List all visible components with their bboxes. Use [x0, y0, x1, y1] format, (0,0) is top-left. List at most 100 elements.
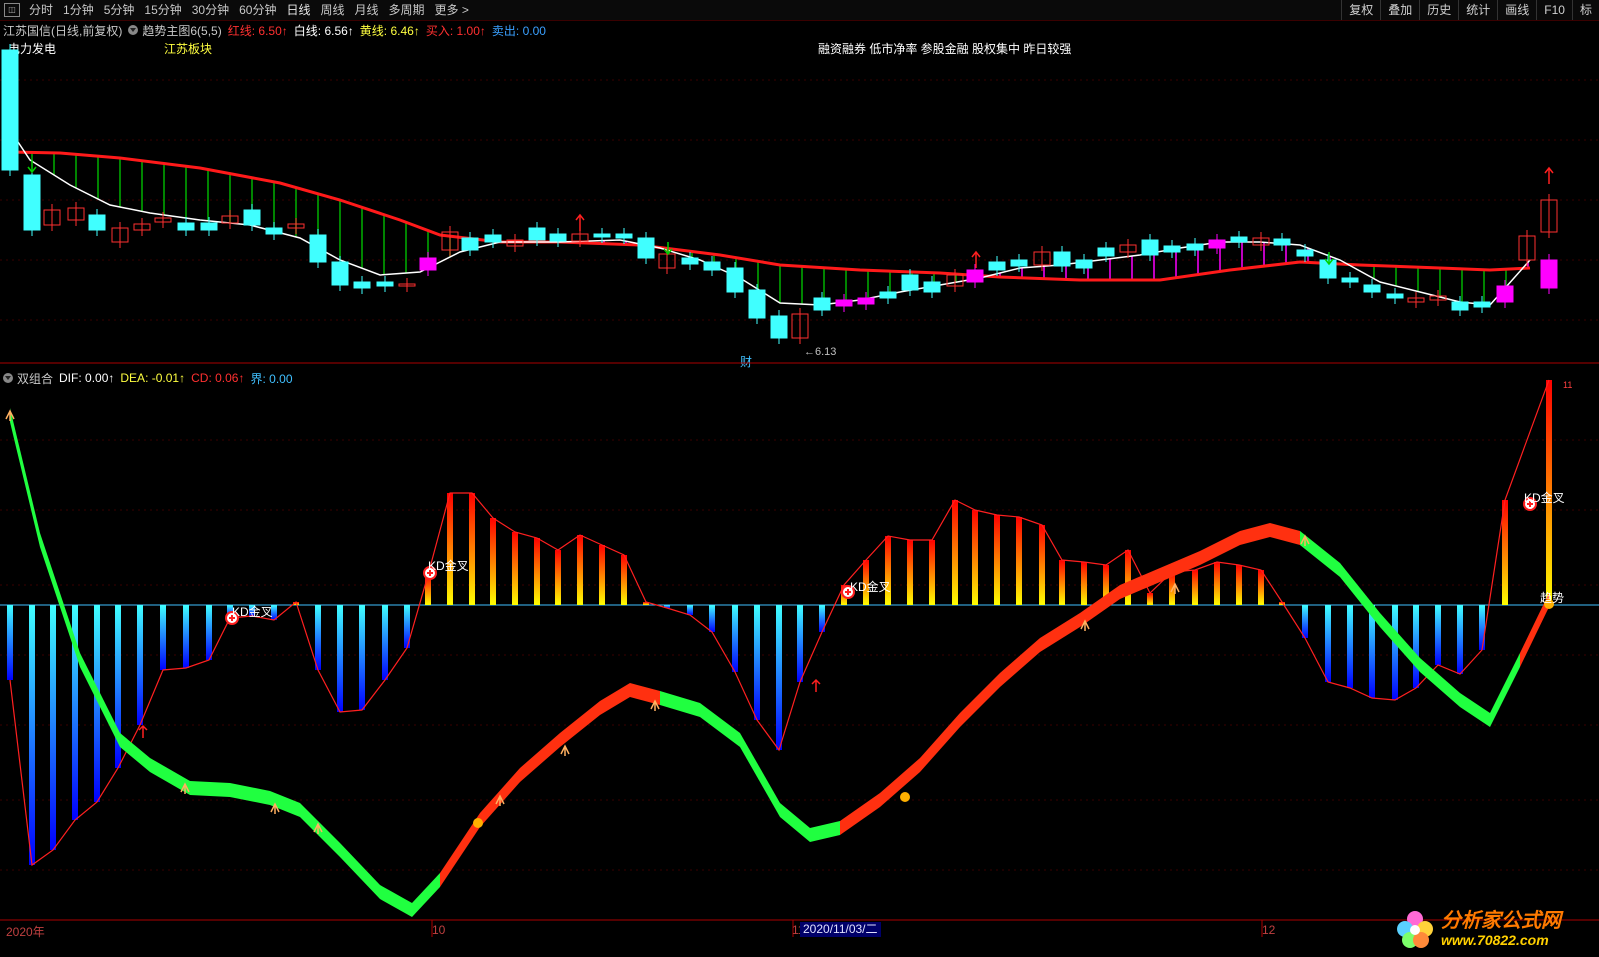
xaxis-oct: 10: [432, 923, 446, 937]
overlay-button[interactable]: 叠加: [1380, 0, 1419, 20]
app-menu-icon[interactable]: ◫: [4, 3, 20, 17]
f10-button[interactable]: F10: [1536, 0, 1572, 20]
trend-band-segment: [600, 683, 630, 715]
candle-body: [1053, 251, 1071, 267]
tab-month[interactable]: 月线: [350, 0, 384, 20]
candle-body: [419, 257, 437, 271]
tab-fenshi[interactable]: 分时: [24, 0, 58, 20]
cd-negative-bar: [7, 605, 13, 680]
fuquan-button[interactable]: 复权: [1341, 0, 1380, 20]
candle-body: [1341, 277, 1359, 283]
period-toolbar: ◫ 分时 1分钟 5分钟 15分钟 30分钟 60分钟 日线 周线 月线 多周期…: [0, 0, 1599, 21]
cd-positive-bar: [907, 540, 913, 605]
candle-body: [331, 261, 349, 286]
cd-positive-bar: [929, 540, 935, 605]
watermark-logo: 分析家公式网 www.70822.com: [1393, 909, 1561, 949]
history-button[interactable]: 历史: [1419, 0, 1458, 20]
stats-button[interactable]: 统计: [1458, 0, 1497, 20]
candlestick-layer: [1, 44, 1558, 344]
cd-negative-bar: [160, 605, 166, 670]
candle-body: [703, 261, 721, 271]
candle-body: [1186, 243, 1204, 251]
candle-body: [901, 274, 919, 291]
gold-dot-icon: [900, 792, 910, 802]
trend-band-segment: [740, 733, 780, 817]
cd-positive-bar: [952, 500, 958, 605]
draw-button[interactable]: 画线: [1497, 0, 1536, 20]
candle-body: [637, 237, 655, 259]
cd-positive-bar: [447, 493, 453, 605]
runner-signal-icon: [560, 744, 570, 756]
cd-positive-bar: [555, 550, 561, 605]
trend-band-segment: [380, 885, 412, 917]
stock-chart[interactable]: [0, 20, 1599, 957]
candle-body: [265, 227, 283, 235]
cd-positive-bar: [1081, 562, 1087, 605]
trend-band-segment: [340, 843, 380, 899]
tab-30min[interactable]: 30分钟: [187, 0, 234, 20]
tab-more[interactable]: 更多 >: [430, 0, 474, 20]
candle-body: [23, 174, 41, 231]
candle-body: [1141, 239, 1159, 256]
candle-body: [593, 233, 611, 238]
kd-cross-label-4: KD金叉: [1524, 491, 1565, 505]
candle-body: [1473, 301, 1491, 308]
candle-body: [1097, 247, 1115, 257]
candle-body: [309, 234, 327, 263]
cursor-date-box: 2020/11/03/二: [800, 922, 881, 937]
up-arrow-icon: [138, 724, 148, 738]
tab-day[interactable]: 日线: [281, 0, 315, 20]
top-mark: 11: [1563, 380, 1573, 390]
candle-body: [1163, 245, 1181, 253]
tab-multi-period[interactable]: 多周期: [384, 0, 430, 20]
trend-band-segment: [1460, 693, 1490, 727]
kd-cross-label-3: KD金叉: [850, 580, 891, 594]
cd-negative-bar: [1392, 605, 1398, 700]
candle-body: [770, 315, 788, 339]
trend-band-segment: [120, 733, 150, 772]
cd-negative-bar: [382, 605, 388, 680]
trend-band-segment: [840, 793, 880, 835]
candle-body: [1230, 236, 1248, 243]
candle-body: [1496, 285, 1514, 303]
tab-60min[interactable]: 60分钟: [234, 0, 281, 20]
candle-body: [243, 209, 261, 226]
trend-band-segment: [300, 803, 340, 857]
tab-1min[interactable]: 1分钟: [58, 0, 99, 20]
gold-dot-icon: [473, 818, 483, 828]
candle-body: [1208, 239, 1226, 249]
kd-cross-label-1: KD金叉: [428, 559, 469, 573]
tab-15min[interactable]: 15分钟: [139, 0, 186, 20]
cd-negative-bar: [29, 605, 35, 865]
cd-positive-bar: [621, 555, 627, 605]
trend-band-segment: [960, 673, 1000, 727]
candle-body: [681, 257, 699, 265]
cd-negative-bar: [1435, 605, 1441, 665]
cd-positive-bar: [1125, 550, 1131, 605]
cd-negative-bar: [754, 605, 760, 720]
candle-body: [966, 269, 984, 283]
trend-band-segment: [1340, 563, 1380, 627]
trend-band-segment: [230, 783, 270, 805]
candle-body: [1363, 284, 1381, 293]
candle-body: [549, 233, 567, 242]
cd-positive-bar: [512, 532, 518, 605]
cd-positive-bar: [1059, 560, 1065, 605]
candle-body: [1296, 249, 1314, 257]
tab-week[interactable]: 周线: [315, 0, 349, 20]
candle-body: [1273, 238, 1291, 246]
candle-body: [353, 281, 371, 289]
cd-negative-bar: [1413, 605, 1419, 688]
cd-positive-bar: [469, 493, 475, 605]
xaxis-year: 2020年: [6, 925, 45, 939]
mark-button[interactable]: 标: [1571, 0, 1599, 20]
trend-band-segment: [520, 733, 560, 782]
right-toolbar: 复权 叠加 历史 统计 画线 F10 标: [1341, 0, 1599, 20]
trend-band-segment: [1270, 523, 1300, 545]
cd-positive-bar: [994, 515, 1000, 605]
trend-band-segment: [560, 701, 600, 747]
tab-5min[interactable]: 5分钟: [99, 0, 140, 20]
kd-cross-label-2: KD金叉: [232, 605, 273, 619]
trend-band-segment: [1240, 523, 1270, 545]
cd-positive-bar: [1016, 517, 1022, 605]
